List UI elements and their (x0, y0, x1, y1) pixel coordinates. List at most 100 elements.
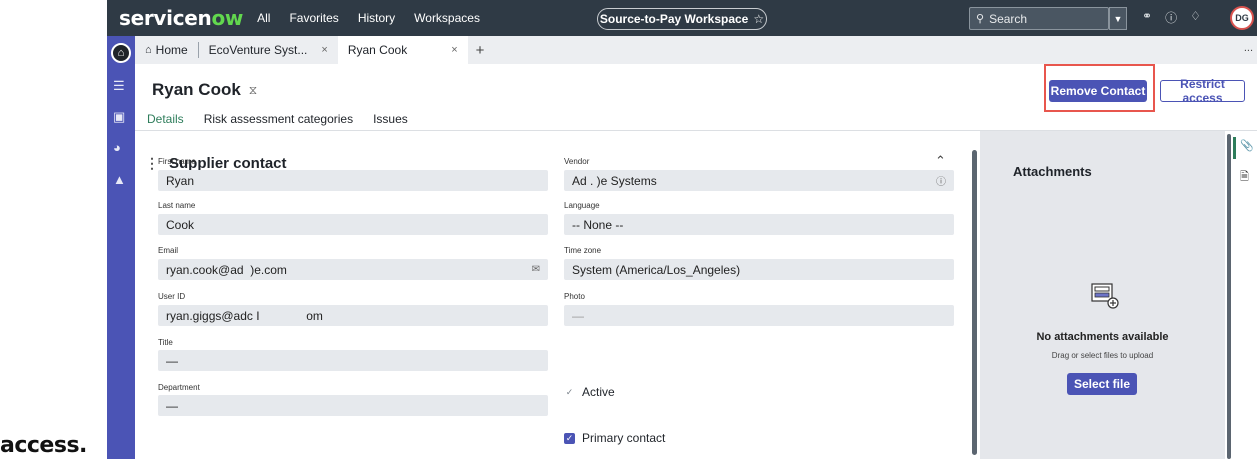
tab-label: EcoVenture Syst... (208, 43, 308, 57)
nav-workspaces[interactable]: Workspaces (414, 11, 480, 25)
bell-icon[interactable]: ♢ (1190, 9, 1201, 26)
list-icon[interactable]: ☰ (113, 78, 125, 94)
last-name-label: Last name (158, 201, 196, 210)
remove-contact-button[interactable]: Remove Contact (1049, 80, 1147, 102)
photo-field[interactable]: — (564, 305, 954, 326)
dashboard-icon[interactable]: ◕ (113, 140, 121, 155)
left-sidebar: ⌂ ☰ ▣ ◕ ▲ (107, 36, 135, 459)
screen: access. servicenow All Favorites History… (0, 0, 1257, 459)
search-scope-dropdown[interactable]: ▼ (1109, 7, 1127, 30)
attachments-scrollbar[interactable] (1227, 134, 1231, 459)
form-scrollbar[interactable] (972, 150, 977, 455)
email-value: ryan.cook@ad )e.com (166, 262, 287, 277)
email-label: Email (158, 246, 179, 255)
paperclip-icon[interactable]: 📎 (1240, 139, 1254, 152)
time-zone-select[interactable]: System (America/Los_Angeles) (564, 259, 954, 280)
caption-text: access. (0, 433, 87, 458)
vendor-label: Vendor (564, 157, 590, 166)
more-icon[interactable]: ... (1244, 42, 1253, 54)
tab-home[interactable]: ⌂ Home (135, 36, 198, 64)
rail-active-indicator (1233, 137, 1236, 159)
home-icon: ⌂ (145, 44, 152, 56)
first-name-field[interactable]: Ryan (158, 170, 548, 191)
time-zone-value: System (America/Los_Angeles) (572, 262, 741, 277)
department-field[interactable]: — (158, 395, 548, 416)
chevron-up-icon[interactable]: ⌃ (935, 153, 946, 169)
department-label: Department (158, 383, 200, 392)
tag-icon[interactable]: ⧖ (249, 83, 257, 98)
language-value: -- None -- (572, 217, 624, 232)
photo-value: — (572, 308, 584, 323)
department-value: — (166, 398, 178, 413)
info-icon[interactable]: ⓘ (936, 173, 946, 188)
time-zone-label: Time zone (564, 246, 602, 255)
tab-details[interactable]: Details (147, 112, 184, 132)
main-nav: All Favorites History Workspaces (257, 11, 499, 25)
nav-favorites[interactable]: Favorites (289, 11, 338, 25)
search-input[interactable]: ⚲ Search (969, 7, 1109, 30)
title-label: Title (158, 338, 173, 347)
right-rail: 📎 🗎 (1233, 131, 1257, 459)
last-name-field[interactable]: Cook (158, 214, 548, 235)
tab-risk-assessment-categories[interactable]: Risk assessment categories (204, 112, 353, 132)
analytics-icon[interactable]: ▲ (113, 172, 126, 187)
tab-issues[interactable]: Issues (373, 112, 408, 132)
document-icon[interactable]: 🗎 (1240, 168, 1249, 187)
attachments-hint: Drag or select files to upload (1051, 351, 1154, 360)
record-title: Ryan Cook (152, 80, 241, 99)
user-id-field[interactable]: ryan.giggs@adc I om (158, 305, 548, 326)
restrict-access-button[interactable]: Restrict access (1160, 77, 1245, 105)
chat-icon[interactable]: ⚭ (1142, 9, 1152, 26)
language-select[interactable]: -- None -- (564, 214, 954, 235)
home-icon[interactable]: ⌂ (111, 43, 131, 63)
language-label: Language (564, 201, 600, 210)
supplier-contact-section: ⋮ Supplier contact ⌃ First name Ryan Las… (135, 131, 980, 459)
email-field[interactable]: ryan.cook@ad )e.com ✉ (158, 259, 548, 280)
workspace-name: Source-to-Pay Workspace (599, 12, 749, 26)
last-name-value: Cook (166, 217, 195, 232)
attachments-title: Attachments (1013, 164, 1092, 179)
attachment-upload-icon (1091, 283, 1119, 309)
first-name-value: Ryan (166, 173, 195, 188)
attachments-panel: Attachments No attachments available Dra… (980, 131, 1225, 459)
drag-handle-icon[interactable]: ⋮ (145, 155, 159, 172)
tab-label: Home (155, 43, 188, 57)
top-nav-bar: servicenow All Favorites History Workspa… (107, 0, 1257, 36)
nav-history[interactable]: History (358, 11, 395, 25)
tab-label: Ryan Cook (347, 43, 408, 57)
record-tabs: Details Risk assessment categories Issue… (147, 112, 428, 132)
title-field[interactable]: — (158, 350, 548, 371)
primary-contact-label: Primary contact (582, 431, 666, 445)
vendor-field[interactable]: Ad . )e Systems ⓘ (564, 170, 954, 191)
add-tab-button[interactable]: + (476, 42, 485, 59)
help-icon[interactable]: ⓘ (1165, 9, 1177, 26)
servicenow-app: servicenow All Favorites History Workspa… (107, 0, 1257, 459)
tab-ecoventure[interactable]: EcoVenture Syst... × (199, 36, 338, 64)
checkmark-icon: ✓ (564, 432, 575, 444)
active-label: Active (582, 385, 615, 399)
search-placeholder: Search (989, 11, 1028, 26)
top-icons: ⚭ ⓘ ♢ (1142, 9, 1214, 26)
close-icon[interactable]: × (321, 44, 327, 56)
envelope-icon[interactable]: ✉ (532, 264, 540, 275)
star-icon[interactable]: ☆ (753, 12, 764, 26)
tab-ryan-cook[interactable]: Ryan Cook × (337, 36, 468, 64)
attachments-empty-text: No attachments available (1036, 331, 1169, 343)
user-id-label: User ID (158, 292, 186, 301)
inbox-icon[interactable]: ▣ (113, 109, 125, 125)
avatar[interactable]: DG (1230, 6, 1254, 30)
select-file-button[interactable]: Select file (1067, 373, 1137, 395)
close-icon[interactable]: × (451, 44, 457, 56)
checkmark-icon: ✓ (565, 386, 574, 397)
title-value: — (166, 353, 178, 368)
servicenow-logo[interactable]: servicenow (119, 6, 243, 30)
active-checkbox[interactable]: ✓ Active (564, 385, 615, 399)
page-title: Ryan Cook ⧖ (152, 80, 257, 100)
workspace-selector[interactable]: Source-to-Pay Workspace ☆ (597, 8, 767, 30)
user-id-value: ryan.giggs@adc I om (166, 308, 323, 323)
nav-all[interactable]: All (257, 11, 270, 25)
first-name-label: First name (158, 157, 196, 166)
primary-contact-checkbox[interactable]: ✓ Primary contact (564, 431, 665, 445)
search-icon: ⚲ (976, 13, 985, 25)
workspace-tab-bar: ⌂ Home EcoVenture Syst... × Ryan Cook × … (135, 36, 1257, 64)
